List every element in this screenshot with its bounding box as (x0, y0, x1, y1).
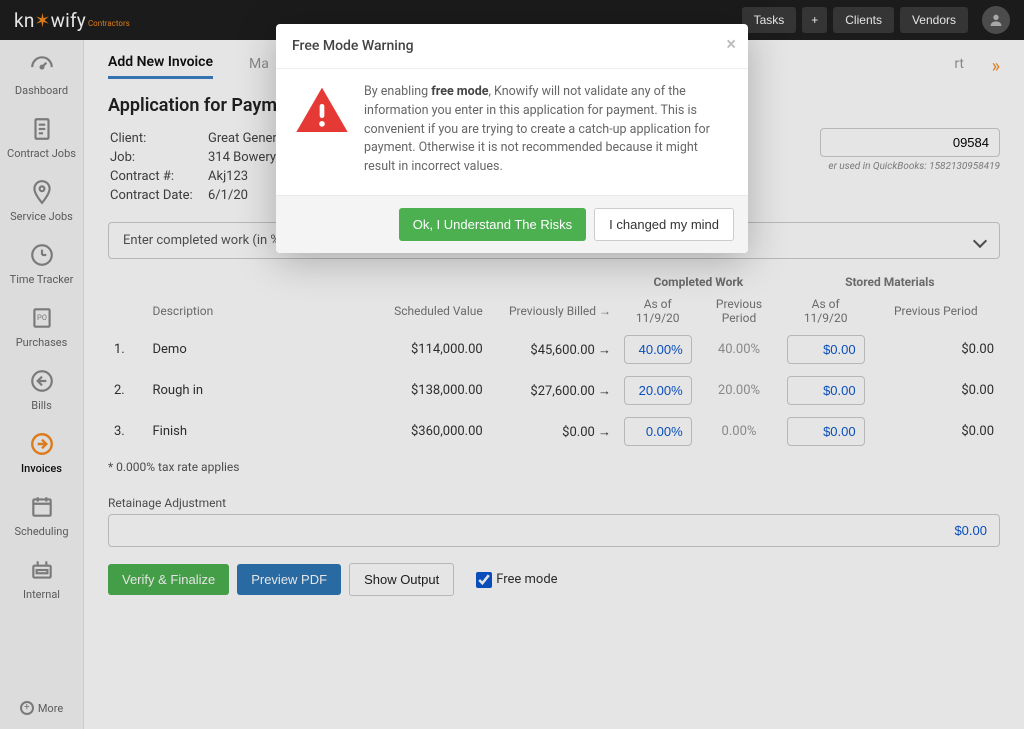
modal-title: Free Mode Warning (292, 38, 414, 54)
modal-text: By enabling free mode, Knowify will not … (364, 83, 730, 177)
changed-my-mind-button[interactable]: I changed my mind (594, 208, 734, 241)
close-icon[interactable]: × (726, 34, 736, 55)
free-mode-warning-modal: Free Mode Warning × By enabling free mod… (276, 24, 748, 253)
ok-understand-risks-button[interactable]: Ok, I Understand The Risks (399, 208, 586, 241)
modal-footer: Ok, I Understand The Risks I changed my … (276, 195, 748, 253)
warning-triangle-icon (294, 83, 350, 177)
modal-body: By enabling free mode, Knowify will not … (276, 69, 748, 195)
modal-header: Free Mode Warning × (276, 24, 748, 69)
